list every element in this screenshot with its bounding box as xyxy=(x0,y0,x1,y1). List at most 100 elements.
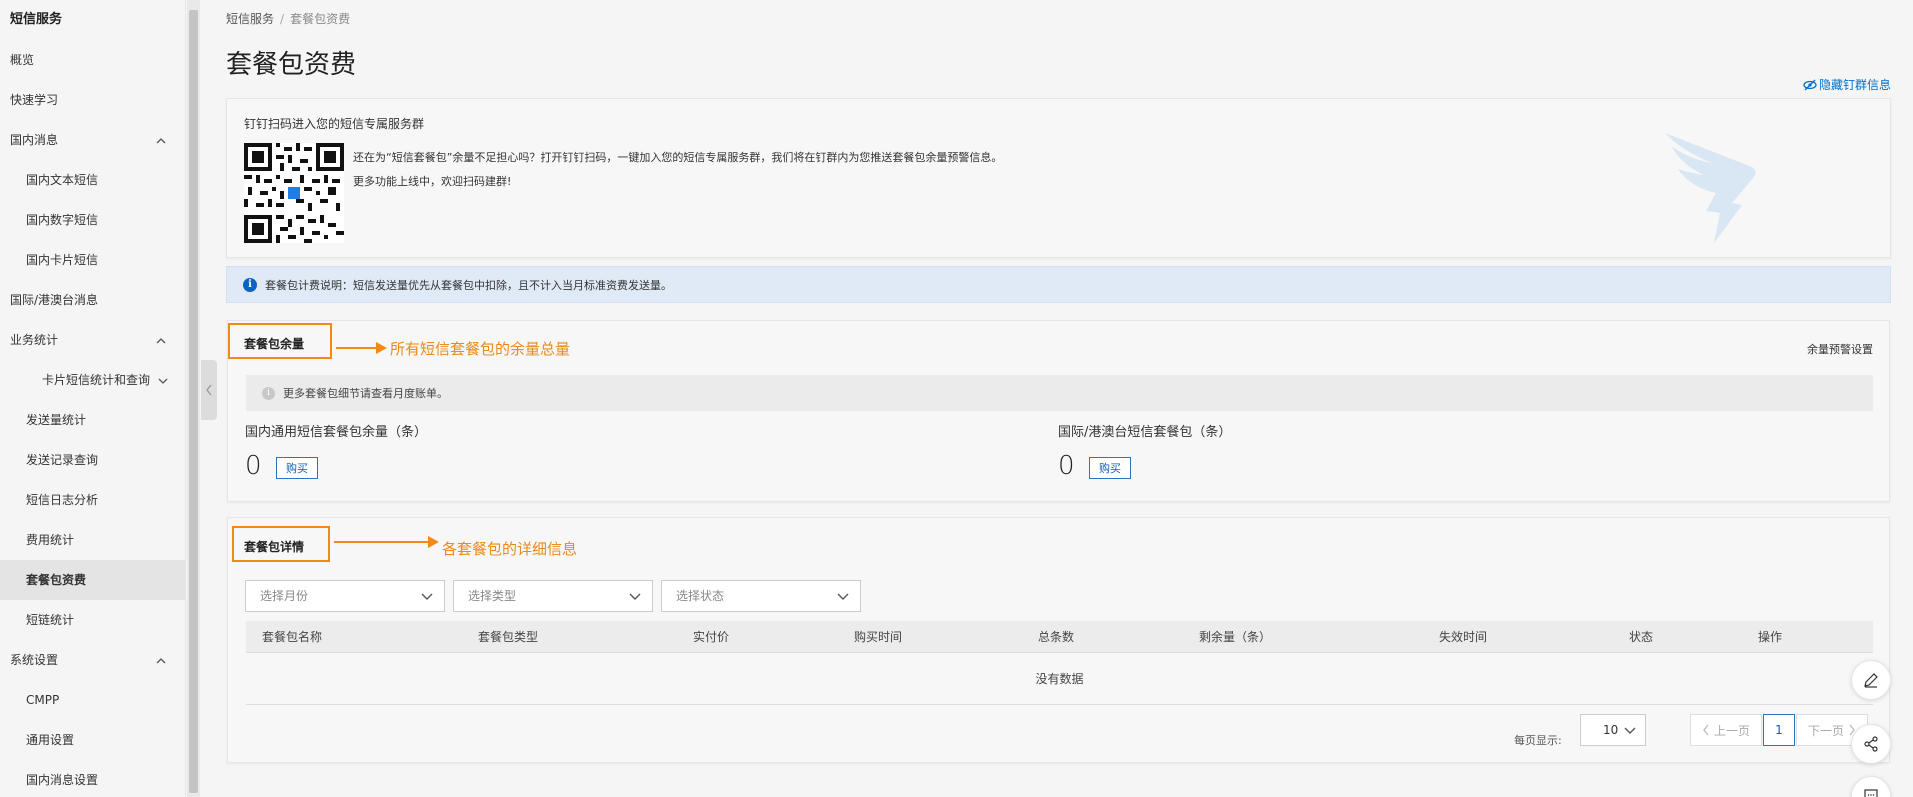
sidebar-item-label: 国际/港澳台消息 xyxy=(10,293,99,307)
column-header: 购买时间 xyxy=(854,630,903,644)
breadcrumb-root[interactable]: 短信服务 xyxy=(226,12,274,26)
page-title: 套餐包资费 xyxy=(226,50,357,80)
eye-slash-icon xyxy=(1803,79,1817,90)
sidebar-item-label: 发送量统计 xyxy=(26,413,87,427)
column-header: 套餐包名称 xyxy=(262,630,323,644)
balance-alert-settings-link[interactable]: 余量预警设置 xyxy=(1807,341,1873,357)
sidebar-item-domestic-settings[interactable]: 国内消息设置 xyxy=(0,760,185,797)
sidebar-item-log-analysis[interactable]: 短信日志分析 xyxy=(0,480,185,520)
prev-page-button[interactable]: 上一页 xyxy=(1690,714,1762,746)
sidebar-item-label: 通用设置 xyxy=(26,733,75,747)
chevron-up-icon xyxy=(155,120,167,160)
share-icon xyxy=(1864,736,1878,752)
billing-notice-text: 套餐包计费说明：短信发送量优先从套餐包中扣除，且不计入当月标准资费发送量。 xyxy=(265,278,672,292)
sidebar-item-label: 国内消息 xyxy=(10,133,59,147)
column-header: 套餐包类型 xyxy=(478,630,539,644)
buy-domestic-button[interactable]: 购买 xyxy=(276,457,318,479)
intl-balance-label: 国际/港澳台短信套餐包（条） xyxy=(1058,425,1232,440)
sidebar-item-label: 国内文本短信 xyxy=(26,173,99,187)
status-select-placeholder: 选择状态 xyxy=(676,589,725,603)
sidebar-item-send-stats[interactable]: 发送量统计 xyxy=(0,400,185,440)
next-page-label: 下一页 xyxy=(1807,723,1844,738)
sidebar-item-card-stats[interactable]: 卡片短信统计和查询 xyxy=(0,360,185,400)
sidebar-item-label: CMPP xyxy=(26,693,60,707)
app-root: 短信服务 概览 快速学习 国内消息 国内文本短信 国内数字短信 国内卡片短信 国… xyxy=(0,0,1913,797)
balance-tip: i 更多套餐包细节请查看月度账单。 xyxy=(246,375,1873,411)
annotation-arrow-icon xyxy=(376,342,387,354)
sidebar-item-label: 套餐包资费 xyxy=(26,573,87,587)
prev-page-label: 上一页 xyxy=(1713,723,1750,738)
column-header: 状态 xyxy=(1629,630,1654,644)
page-1-button[interactable]: 1 xyxy=(1763,714,1795,746)
info-icon: i xyxy=(262,386,275,400)
balance-annotation: 所有短信套餐包的余量总量 xyxy=(390,340,571,358)
sidebar-item-label: 费用统计 xyxy=(26,533,75,547)
annotation-arrow-icon xyxy=(428,536,439,548)
status-select[interactable]: 选择状态 xyxy=(661,580,861,612)
sidebar-item-domestic-digital[interactable]: 国内数字短信 xyxy=(0,200,185,240)
breadcrumb-current: 套餐包资费 xyxy=(290,12,351,26)
sidebar-item-shortlink-stats[interactable]: 短链统计 xyxy=(0,600,185,640)
month-select[interactable]: 选择月份 xyxy=(245,580,445,612)
details-annotation: 各套餐包的详细信息 xyxy=(442,540,578,558)
sidebar-item-international[interactable]: 国际/港澳台消息 xyxy=(0,280,185,320)
dingtalk-more-info: 更多功能上线中，欢迎扫码建群! xyxy=(353,175,512,188)
chevron-left-icon xyxy=(1703,724,1709,736)
sidebar-collapse-handle[interactable] xyxy=(201,360,217,420)
sidebar-item-label: 系统设置 xyxy=(10,653,59,667)
balance-tip-text: 更多套餐包细节请查看月度账单。 xyxy=(283,387,448,400)
info-icon: i xyxy=(243,277,257,292)
dingtalk-logo-icon xyxy=(1665,133,1756,243)
chevron-up-icon xyxy=(155,320,167,360)
per-page-label: 每页显示: xyxy=(1514,734,1562,747)
column-header: 剩余量（条） xyxy=(1199,630,1272,644)
sidebar-group-settings[interactable]: 系统设置 xyxy=(0,640,185,680)
sidebar-group-stats[interactable]: 业务统计 xyxy=(0,320,185,360)
dingtalk-title: 钉钉扫码进入您的短信专属服务群 xyxy=(244,117,425,131)
sidebar-item-domestic-text[interactable]: 国内文本短信 xyxy=(0,160,185,200)
sidebar-group-domestic[interactable]: 国内消息 xyxy=(0,120,185,160)
sidebar-item-label: 卡片短信统计和查询 xyxy=(42,373,151,387)
sidebar-item-quick-learn[interactable]: 快速学习 xyxy=(0,80,185,120)
share-button[interactable] xyxy=(1851,724,1891,764)
chevron-down-icon xyxy=(837,593,849,600)
sidebar-scrollbar[interactable] xyxy=(187,0,200,797)
per-page-select[interactable]: 10 xyxy=(1580,714,1646,746)
month-select-placeholder: 选择月份 xyxy=(260,589,309,603)
table-header: 套餐包名称 套餐包类型 实付价 购买时间 总条数 剩余量（条） 失效时间 状态 … xyxy=(246,621,1873,653)
domestic-balance-value: 0 xyxy=(245,451,262,481)
buy-intl-button[interactable]: 购买 xyxy=(1089,457,1131,479)
hide-dingtalk-link[interactable]: 隐藏钉群信息 xyxy=(1803,76,1891,93)
dingtalk-card: 钉钉扫码进入您的短信专属服务群 还在为“短信套餐包”余量不足担心吗？打开钉钉扫码… xyxy=(226,98,1891,258)
domestic-balance-label: 国内通用短信套餐包余量（条） xyxy=(245,425,428,440)
dingtalk-description: 还在为“短信套餐包”余量不足担心吗？打开钉钉扫码，一键加入您的短信专属服务群，我… xyxy=(353,151,1003,164)
chat-button[interactable] xyxy=(1851,776,1891,797)
hide-dingtalk-label: 隐藏钉群信息 xyxy=(1818,78,1891,92)
balance-card: 套餐包余量 所有短信套餐包的余量总量 余量预警设置 i 更多套餐包细节请查看月度… xyxy=(227,320,1890,502)
sidebar-item-general-settings[interactable]: 通用设置 xyxy=(0,720,185,760)
sidebar-item-overview[interactable]: 概览 xyxy=(0,40,185,80)
edit-feedback-button[interactable] xyxy=(1851,660,1891,700)
billing-notice: i 套餐包计费说明：短信发送量优先从套餐包中扣除，且不计入当月标准资费发送量。 xyxy=(226,266,1891,303)
chevron-down-icon xyxy=(1624,727,1636,734)
sidebar-item-cost-stats[interactable]: 费用统计 xyxy=(0,520,185,560)
sidebar-item-package-pricing[interactable]: 套餐包资费 xyxy=(0,560,185,600)
sidebar-item-label: 概览 xyxy=(10,53,35,67)
scrollbar-thumb[interactable] xyxy=(189,10,198,793)
chevron-left-icon xyxy=(206,384,212,396)
sidebar-item-send-records[interactable]: 发送记录查询 xyxy=(0,440,185,480)
intl-balance-value: 0 xyxy=(1058,451,1075,481)
sidebar-item-cmpp[interactable]: CMPP xyxy=(0,680,185,720)
chevron-down-icon xyxy=(421,593,433,600)
sidebar-item-label: 快速学习 xyxy=(10,93,59,107)
details-card: 套餐包详情 各套餐包的详细信息 选择月份 选择类型 选择状态 套餐包名称 套餐包… xyxy=(227,517,1890,763)
empty-table-message: 没有数据 xyxy=(246,653,1873,705)
details-title: 套餐包详情 xyxy=(244,540,305,554)
chevron-down-icon xyxy=(629,593,641,600)
sidebar-item-label: 发送记录查询 xyxy=(26,453,99,467)
annotation-arrow-line xyxy=(334,541,430,543)
chat-icon xyxy=(1864,789,1878,797)
per-page-value: 10 xyxy=(1603,723,1619,737)
sidebar-item-domestic-card[interactable]: 国内卡片短信 xyxy=(0,240,185,280)
type-select[interactable]: 选择类型 xyxy=(453,580,653,612)
